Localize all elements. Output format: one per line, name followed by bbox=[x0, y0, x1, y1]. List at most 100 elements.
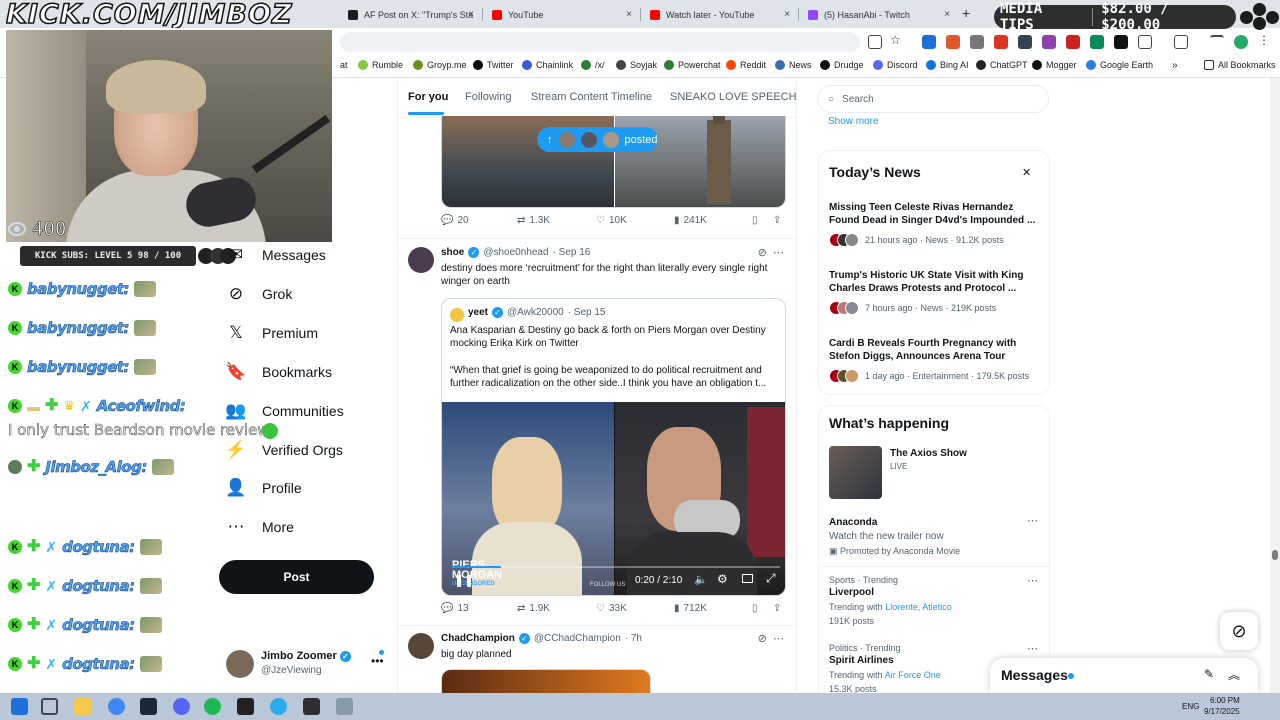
avatar[interactable] bbox=[408, 633, 434, 659]
clock-date[interactable]: 9/17/2025 bbox=[1204, 707, 1240, 716]
bookmarks-overflow-icon[interactable]: » bbox=[1172, 60, 1178, 71]
language-indicator[interactable]: ENG bbox=[1182, 702, 1199, 711]
telegram-icon[interactable] bbox=[270, 698, 287, 715]
nav-item-grok[interactable]: ⊘ Grok bbox=[226, 284, 292, 304]
tab-stream-content-timeline[interactable]: Stream Content Timeline bbox=[531, 91, 652, 103]
news-headline[interactable]: Trump's Historic UK State Visit with Kin… bbox=[829, 269, 1039, 295]
obs-icon[interactable] bbox=[303, 698, 320, 715]
browser-tab[interactable]: (5) HasanAbi - Twitch × bbox=[800, 3, 956, 26]
bookmark-item[interactable]: Powerchat bbox=[664, 60, 721, 70]
share-button[interactable]: ⇪ bbox=[773, 603, 781, 614]
nav-item-communities[interactable]: 👥 Communities bbox=[225, 401, 343, 421]
author-name[interactable]: shoe bbox=[441, 247, 464, 258]
search-input[interactable]: ○ Search bbox=[817, 85, 1049, 113]
live-show-thumbnail[interactable] bbox=[829, 446, 882, 499]
post-button[interactable]: Post bbox=[219, 560, 374, 594]
author-name[interactable]: ChadChampion bbox=[441, 633, 515, 644]
bookmark-item[interactable]: Rumble bbox=[358, 60, 403, 70]
video-scrubber[interactable] bbox=[452, 566, 780, 568]
views-button[interactable]: ▮ 241K bbox=[674, 215, 707, 226]
tweet-date[interactable]: · 7h bbox=[625, 633, 642, 644]
more-icon[interactable]: ⋯ bbox=[773, 633, 784, 645]
author-handle[interactable]: @shoe0nhead bbox=[483, 247, 548, 258]
tab-for-you[interactable]: For you bbox=[408, 91, 448, 103]
tweet-media[interactable] bbox=[441, 669, 651, 693]
trend-link[interactable]: Llorente, Atletico bbox=[885, 602, 952, 612]
nav-item-bookmarks[interactable]: 🔖 Bookmarks bbox=[225, 362, 332, 382]
nav-item-premium[interactable]: 𝕏 Premium bbox=[226, 323, 318, 343]
tab-sneako-love-speech[interactable]: SNEAKO LOVE SPEECH bbox=[670, 91, 796, 103]
fullscreen-icon[interactable]: ⤢ bbox=[766, 571, 776, 586]
repost-button[interactable]: ⇄ 1.9K bbox=[517, 603, 550, 614]
trend-name[interactable]: Spirit Airlines bbox=[829, 655, 894, 666]
new-tab-button[interactable]: + bbox=[962, 5, 970, 21]
windows-start-icon[interactable] bbox=[11, 698, 28, 715]
video-player[interactable]: PIERS MORGAN UNCENSORED FOLLOW US ❚❚ 0:2… bbox=[442, 402, 785, 595]
account-switcher[interactable]: Jimbo Zoomer ✓ @JzeViewing ••• bbox=[226, 648, 386, 682]
bookmark-item[interactable]: News bbox=[775, 60, 812, 70]
news-headline[interactable]: Cardi B Reveals Fourth Pregnancy with St… bbox=[829, 337, 1039, 363]
avatar[interactable] bbox=[408, 247, 434, 273]
tab-following[interactable]: Following bbox=[465, 91, 511, 103]
trend-name[interactable]: Liverpool bbox=[829, 587, 874, 598]
extension-icon[interactable] bbox=[1042, 35, 1056, 49]
bookmark-item[interactable]: Drudge bbox=[820, 60, 864, 70]
app-icon[interactable] bbox=[336, 698, 353, 715]
more-icon[interactable]: ⋯ bbox=[1027, 642, 1038, 655]
author-handle[interactable]: @CChadChampion bbox=[534, 633, 621, 644]
promo-name[interactable]: Anaconda bbox=[829, 517, 877, 528]
trend-link[interactable]: Air Force One bbox=[885, 670, 941, 680]
tab-close-icon[interactable]: × bbox=[468, 9, 474, 20]
more-icon[interactable]: ⋯ bbox=[1027, 514, 1038, 527]
spotify-icon[interactable] bbox=[204, 698, 221, 715]
repost-button[interactable]: ⇄ 1.3K bbox=[517, 215, 550, 226]
terminal-icon[interactable] bbox=[237, 698, 254, 715]
file-explorer-icon[interactable] bbox=[74, 698, 91, 715]
bookmark-item[interactable]: Chainlink bbox=[522, 60, 573, 70]
bookmark-item[interactable]: Soyjak bbox=[616, 60, 657, 70]
tab-close-icon[interactable]: × bbox=[784, 9, 790, 20]
address-bar[interactable] bbox=[340, 32, 860, 52]
extension-icon[interactable] bbox=[1066, 35, 1080, 49]
browser-tab[interactable]: AF Post on X: "Trump's Sta × bbox=[340, 3, 480, 26]
settings-gear-icon[interactable]: ⚙ bbox=[717, 572, 728, 586]
page-scrollbar[interactable] bbox=[1270, 78, 1280, 693]
bookmark-item[interactable]: ChatGPT bbox=[976, 60, 1028, 70]
tab-close-icon[interactable]: × bbox=[944, 9, 950, 20]
grok-float-button[interactable]: ⊘ bbox=[1220, 612, 1258, 650]
chrome-icon[interactable] bbox=[108, 698, 125, 715]
pause-icon[interactable]: ❚❚ bbox=[454, 573, 474, 587]
bookmark-button[interactable]: ▯ bbox=[752, 603, 758, 614]
profile-avatar-icon[interactable] bbox=[1234, 35, 1248, 49]
clock-time[interactable]: 6:00 PM bbox=[1210, 696, 1240, 705]
bookmark-button[interactable]: ▯ bbox=[752, 215, 758, 226]
bookmark-item[interactable]: at bbox=[340, 60, 348, 70]
grok-icon[interactable]: ⊘ bbox=[758, 633, 767, 645]
extension-icon[interactable] bbox=[1018, 35, 1032, 49]
grok-icon[interactable]: ⊘ bbox=[758, 247, 767, 259]
news-headline[interactable]: Missing Teen Celeste Rivas Hernandez Fou… bbox=[829, 201, 1039, 227]
picture-in-picture-icon[interactable] bbox=[742, 574, 753, 583]
install-app-icon[interactable] bbox=[868, 35, 882, 49]
reply-button[interactable]: 💬 20 bbox=[441, 215, 469, 226]
star-bookmark-icon[interactable]: ☆ bbox=[890, 33, 904, 47]
sidebar-toggle-icon[interactable] bbox=[1174, 35, 1188, 49]
bookmark-item[interactable]: Discord bbox=[873, 60, 918, 70]
extensions-puzzle-icon[interactable] bbox=[1138, 35, 1152, 49]
tweet-date[interactable]: · Sep 16 bbox=[553, 247, 591, 258]
all-bookmarks[interactable]: All Bookmarks bbox=[1204, 60, 1276, 70]
browser-menu-icon[interactable]: ⋮ bbox=[1258, 33, 1272, 47]
close-icon[interactable]: ✕ bbox=[1022, 166, 1031, 179]
steam-icon[interactable] bbox=[140, 698, 157, 715]
reply-button[interactable]: 💬 13 bbox=[441, 603, 469, 614]
volume-icon[interactable]: 🔈 bbox=[694, 573, 708, 586]
show-more-link[interactable]: Show more bbox=[828, 116, 879, 127]
more-icon[interactable]: ⋯ bbox=[1027, 574, 1038, 587]
bookmark-item[interactable]: Google Earth bbox=[1086, 60, 1153, 70]
x-extension-icon[interactable] bbox=[1114, 35, 1128, 49]
quote-tweet[interactable]: yeet ✓ @Awk20000 · Sep 15 Ana Kasparian … bbox=[441, 298, 786, 596]
bookmark-item[interactable]: Twitter bbox=[473, 60, 514, 70]
nav-item-more[interactable]: ⋯ More bbox=[226, 517, 294, 537]
extension-icon[interactable] bbox=[994, 35, 1008, 49]
views-button[interactable]: ▮ 712K bbox=[674, 603, 707, 614]
